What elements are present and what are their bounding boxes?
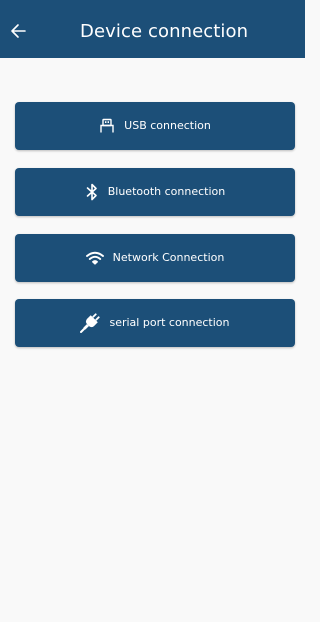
serial-port-connection-label: serial port connection bbox=[109, 316, 230, 329]
page-title: Device connection bbox=[80, 21, 249, 42]
bluetooth-connection-button[interactable]: Bluetooth connection bbox=[15, 168, 295, 216]
back-button[interactable] bbox=[6, 19, 30, 43]
bluetooth-icon bbox=[85, 183, 99, 201]
arrow-left-icon bbox=[11, 24, 26, 38]
usb-connection-button[interactable]: USB connection bbox=[15, 102, 295, 150]
app-bar: Device connection bbox=[0, 0, 305, 58]
bluetooth-connection-label: Bluetooth connection bbox=[107, 185, 226, 198]
wifi-icon bbox=[85, 251, 104, 265]
network-connection-label: Network Connection bbox=[112, 251, 225, 264]
serial-port-connection-button[interactable]: serial port connection bbox=[15, 299, 295, 347]
usb-connection-label: USB connection bbox=[124, 119, 211, 132]
usb-icon bbox=[99, 118, 115, 134]
network-connection-button[interactable]: Network Connection bbox=[15, 234, 295, 282]
plug-icon bbox=[80, 313, 101, 333]
